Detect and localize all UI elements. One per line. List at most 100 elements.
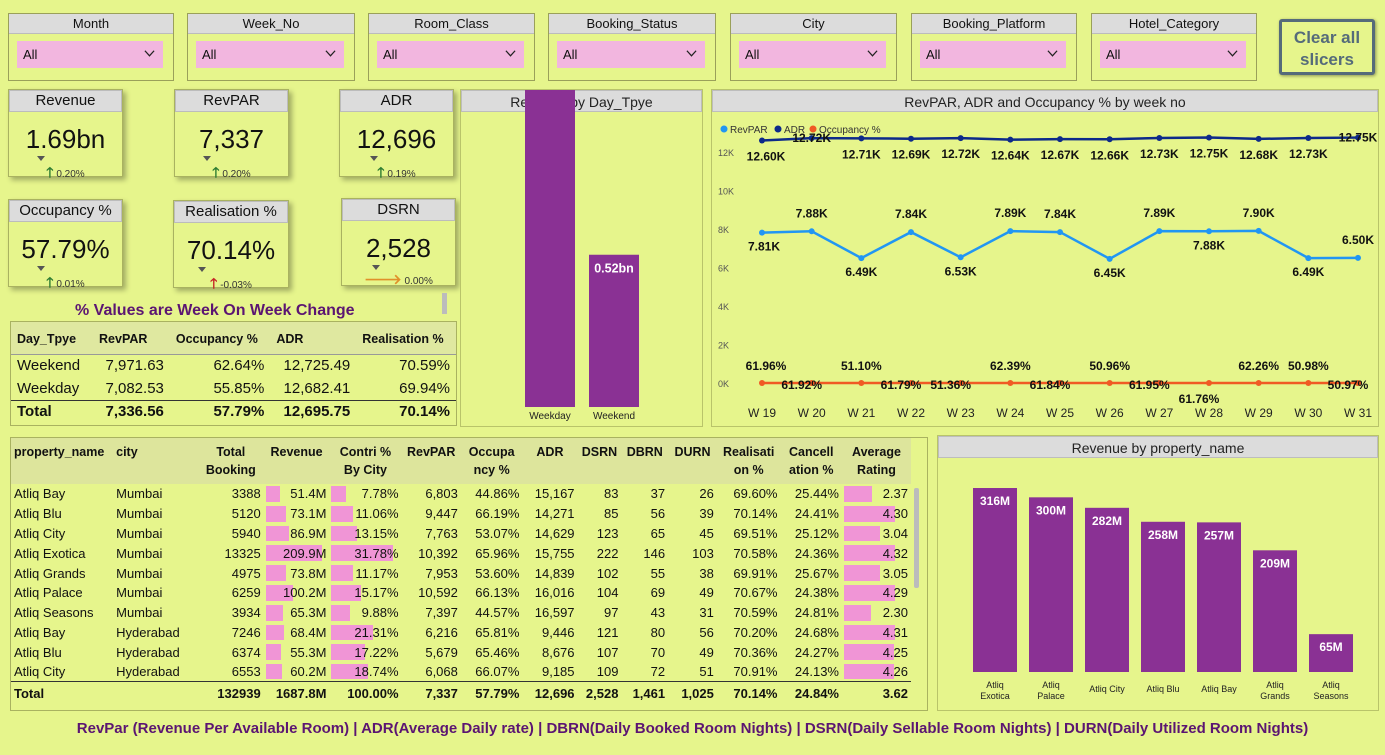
revpar-point[interactable] — [908, 229, 914, 236]
adr-point[interactable] — [1007, 136, 1014, 143]
bar-weekday[interactable] — [525, 90, 575, 408]
slicer-dropdown[interactable]: All — [739, 41, 886, 68]
revpar-point[interactable] — [858, 255, 865, 262]
revpar-line[interactable] — [761, 229, 1359, 261]
cell-cancel: 25.44% — [794, 486, 839, 502]
table-row[interactable]: Atliq City Hyderabad 6553 60.2M 18.74% 6,068 6… — [11, 662, 911, 682]
column-header[interactable]: property_name — [11, 438, 114, 484]
revpar-data-label: 7.88K — [796, 206, 828, 220]
kpi-change: 🡑 0.19% — [377, 164, 416, 180]
column-header[interactable]: Total Booking — [197, 438, 264, 484]
adr-point[interactable] — [759, 137, 765, 144]
column-header[interactable]: Occupancy % — [169, 322, 271, 355]
occupancy-point[interactable] — [1007, 380, 1014, 386]
occupancy-point[interactable] — [759, 380, 765, 386]
revpar-data-label: 7.88K — [1193, 238, 1225, 252]
column-header[interactable]: ADR — [270, 322, 357, 355]
adr-point[interactable] — [908, 135, 914, 142]
slicer-dropdown[interactable]: All — [920, 41, 1066, 68]
cell-contri: 11.17% — [329, 563, 401, 583]
occupancy-point[interactable] — [1106, 380, 1113, 386]
revpar-point[interactable] — [1007, 228, 1014, 235]
column-header[interactable]: RevPAR — [401, 438, 461, 484]
kpi-value: 12,696 — [356, 124, 437, 154]
adr-point[interactable] — [1156, 134, 1163, 141]
column-header[interactable]: Realisati on % — [716, 438, 781, 484]
adr-point[interactable] — [1206, 134, 1212, 141]
occupancy-point[interactable] — [1305, 380, 1312, 386]
table-row[interactable]: Atliq Blu Mumbai 5120 73.1M 11.06% 9,447 66.19… — [11, 504, 911, 524]
adr-point[interactable] — [1106, 136, 1113, 143]
occupancy-point[interactable] — [1206, 380, 1212, 386]
scrollbar-thumb[interactable] — [442, 293, 447, 314]
column-header[interactable]: Revenue — [263, 438, 330, 484]
slicer-value: All — [745, 47, 760, 62]
table-row[interactable]: Atliq Exotica Mumbai 13325 209.9M 31.78% 10,3… — [11, 543, 911, 563]
column-header[interactable]: RevPAR — [93, 322, 170, 355]
cell-city: Mumbai — [116, 545, 163, 561]
column-header[interactable]: DSRN — [577, 438, 622, 484]
clear-all-slicers-button[interactable]: Clear all slicers — [1279, 19, 1375, 75]
cell-name: Atliq Palace — [14, 585, 83, 601]
slicer-value: All — [1106, 47, 1121, 62]
cell-durn: 56 — [699, 624, 714, 640]
table-row[interactable]: Atliq City Mumbai 5940 86.9M 13.15% 7,763 53.0… — [11, 524, 911, 544]
revpar-point[interactable] — [1057, 229, 1063, 236]
revpar-point[interactable] — [1255, 227, 1262, 234]
column-header[interactable]: Realisation % — [356, 322, 456, 355]
cell-dsrn: 83 — [603, 486, 619, 502]
table-scrollbar[interactable] — [914, 488, 919, 588]
adr-point[interactable] — [858, 135, 865, 142]
revpar-point[interactable] — [1156, 228, 1163, 235]
bar-atliq-blu[interactable] — [1141, 521, 1185, 672]
slicer-title: Booking_Status — [549, 14, 715, 34]
column-header[interactable]: Day_Tpye — [11, 322, 94, 355]
column-header[interactable]: DURN — [668, 438, 717, 484]
adr-point[interactable] — [1057, 136, 1063, 143]
slicer-dropdown[interactable]: All — [1100, 41, 1246, 68]
column-header[interactable]: DBRN — [621, 438, 669, 484]
column-header[interactable]: Cancell ation % — [780, 438, 842, 484]
table-row[interactable]: Atliq Seasons Mumbai 3934 65.3M 9.88% 7,397 44… — [11, 603, 911, 623]
revpar-point[interactable] — [1305, 255, 1312, 262]
table-cell: 69.94% — [399, 379, 450, 397]
revpar-point[interactable] — [1206, 228, 1212, 235]
table-row[interactable]: Atliq Blu Hyderabad 6374 55.3M 17.22% 5,679 65… — [11, 642, 911, 662]
adr-point[interactable] — [1305, 134, 1312, 141]
adr-point[interactable] — [957, 135, 964, 142]
legend-label[interactable]: RevPAR — [730, 125, 768, 136]
revpar-point[interactable] — [1106, 255, 1113, 262]
cell-rating: 4.26 — [842, 662, 911, 682]
table-row[interactable]: Atliq Grands Mumbai 4975 73.8M 11.17% 7,953 53… — [11, 563, 911, 583]
table-row[interactable]: Atliq Palace Mumbai 6259 100.2M 15.17% 10,592… — [11, 583, 911, 603]
slicer-dropdown[interactable]: All — [196, 41, 344, 68]
table-row[interactable]: Atliq Bay Mumbai 3388 51.4M 7.78% 6,803 44.86%… — [11, 484, 911, 504]
bar-atliq-exotica[interactable] — [973, 488, 1017, 672]
occupancy-point[interactable] — [858, 380, 865, 386]
column-header[interactable]: city — [113, 438, 198, 484]
revpar-point[interactable] — [957, 254, 964, 261]
bar-weekend[interactable] — [589, 254, 639, 407]
cell-contri: 17.22% — [329, 642, 401, 662]
adr-point[interactable] — [1255, 135, 1262, 142]
occupancy-point[interactable] — [1255, 380, 1262, 386]
cell-durn: 49 — [699, 644, 714, 660]
slicer-dropdown[interactable]: All — [377, 41, 524, 68]
column-header[interactable]: Occupa ncy % — [460, 438, 523, 484]
bar-atliq-palace[interactable] — [1029, 497, 1073, 672]
table-row[interactable]: Atliq Bay Hyderabad 7246 68.4M 21.31% 6,216 65… — [11, 623, 911, 643]
revpar-point[interactable] — [808, 228, 815, 235]
revpar-data-label: 7.84K — [895, 207, 927, 221]
bar-atliq-bay[interactable] — [1197, 522, 1241, 672]
revpar-point[interactable] — [759, 229, 765, 236]
column-header[interactable]: Average Rating — [841, 438, 911, 484]
slicer-dropdown[interactable]: All — [557, 41, 705, 68]
adr-data-label: 12.67K — [1041, 148, 1080, 162]
revpar-data-label: 6.45K — [1094, 266, 1126, 280]
revpar-point[interactable] — [1355, 254, 1361, 261]
column-header[interactable]: ADR — [522, 438, 578, 484]
bar-atliq-city[interactable] — [1085, 507, 1129, 672]
data-bar — [331, 505, 354, 522]
column-header[interactable]: Contri % By City — [329, 438, 402, 484]
slicer-dropdown[interactable]: All — [17, 41, 163, 68]
